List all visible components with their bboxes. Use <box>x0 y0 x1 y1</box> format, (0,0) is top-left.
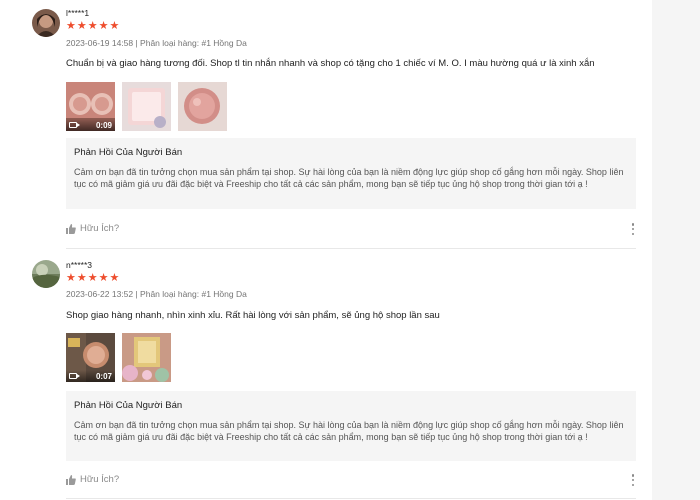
rating-stars: ★ ★ ★ ★ ★ <box>66 21 119 32</box>
avatar[interactable] <box>32 260 60 288</box>
seller-reply-text: Cảm ơn bạn đã tin tưởng chọn mua sản phẩ… <box>74 167 624 189</box>
review-media: 0:09 <box>66 82 227 131</box>
star-icon: ★ <box>87 20 98 32</box>
seller-reply: Phản Hồi Của Người Bán Cảm ơn bạn đã tin… <box>66 138 636 209</box>
more-vertical-icon[interactable] <box>631 474 635 486</box>
star-icon: ★ <box>66 20 76 32</box>
divider <box>66 248 636 249</box>
seller-reply-text: Cảm ơn bạn đã tin tưởng chọn mua sản phẩ… <box>74 420 624 442</box>
star-icon: ★ <box>76 272 87 284</box>
helpful-label: Hữu Ích? <box>80 474 120 485</box>
review-meta: 2023-06-22 13:52 | Phân loại hàng: #1 Hồ… <box>66 289 247 299</box>
divider <box>66 498 636 499</box>
rating-stars: ★ ★ ★ ★ ★ <box>66 273 119 284</box>
avatar[interactable] <box>32 9 60 37</box>
review-comment: Chuẩn bị và giao hàng tương đối. Shop tl… <box>66 58 595 69</box>
video-duration: 0:09 <box>95 120 112 130</box>
more-vertical-icon[interactable] <box>631 223 635 235</box>
image-thumbnail[interactable] <box>122 333 171 382</box>
review-media: 0:07 <box>66 333 171 382</box>
image-thumbnail[interactable] <box>122 82 171 131</box>
image-thumbnail[interactable] <box>178 82 227 131</box>
star-icon: ★ <box>109 272 120 284</box>
video-icon <box>69 122 80 128</box>
review-comment: Shop giao hàng nhanh, nhìn xinh xỉu. Rất… <box>66 310 440 321</box>
thumbs-up-icon <box>66 474 76 485</box>
video-icon <box>69 373 80 379</box>
review-meta: 2023-06-19 14:58 | Phân loại hàng: #1 Hồ… <box>66 38 247 48</box>
star-icon: ★ <box>98 20 109 32</box>
video-duration: 0:07 <box>95 371 112 381</box>
seller-reply-title: Phản Hồi Của Người Bán <box>74 147 183 158</box>
reviewer-name[interactable]: l*****1 <box>66 8 89 18</box>
helpful-button[interactable]: Hữu Ích? <box>66 223 119 234</box>
video-thumbnail[interactable]: 0:09 <box>66 82 115 131</box>
reviewer-name[interactable]: n*****3 <box>66 260 92 270</box>
star-icon: ★ <box>66 272 76 284</box>
video-thumbnail[interactable]: 0:07 <box>66 333 115 382</box>
helpful-button[interactable]: Hữu Ích? <box>66 474 119 485</box>
star-icon: ★ <box>87 272 98 284</box>
star-icon: ★ <box>98 272 109 284</box>
seller-reply-title: Phản Hồi Của Người Bán <box>74 400 183 411</box>
star-icon: ★ <box>109 20 120 32</box>
helpful-label: Hữu Ích? <box>80 223 120 234</box>
seller-reply: Phản Hồi Của Người Bán Cảm ơn bạn đã tin… <box>66 391 636 461</box>
thumbs-up-icon <box>66 223 76 234</box>
star-icon: ★ <box>76 20 87 32</box>
review-list: l*****1 ★ ★ ★ ★ ★ 2023-06-19 14:58 | Phâ… <box>0 0 652 500</box>
